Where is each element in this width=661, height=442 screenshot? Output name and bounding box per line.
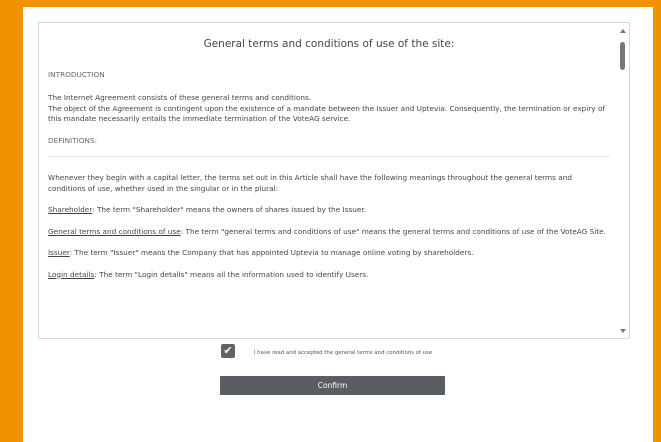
accept-terms-checkbox[interactable]: ✔: [221, 344, 235, 358]
definitions-intro: Whenever they begin with a capital lette…: [48, 173, 572, 193]
accept-terms-label[interactable]: I have read and accepted the general ter…: [237, 348, 449, 358]
terms-title: General terms and conditions of use of t…: [203, 38, 455, 50]
scroll-up-arrow-icon[interactable]: [620, 29, 626, 33]
intro-line-2: The object of the Agreement is contingen…: [48, 103, 605, 124]
definition-issuer: Issuer: The term "Issuer" means the Comp…: [48, 248, 610, 259]
definitions-heading: DEFINITIONS:: [48, 135, 98, 145]
definition-term: Shareholder: [48, 205, 93, 214]
definition-text: : The term "Shareholder" means the owner…: [92, 205, 367, 214]
definition-term: Login details: [48, 269, 95, 279]
accept-terms-row: ✔ I have read and accepted the general t…: [221, 344, 451, 370]
definition-text: : The term "Issuer" means the Company th…: [69, 248, 474, 257]
definition-text: : The term "Login details" means all the…: [94, 269, 369, 279]
definition-term: General terms and conditions of use: [48, 226, 181, 236]
introduction-heading: INTRODUCTION: [48, 69, 105, 79]
checkmark-icon: ✔: [223, 344, 233, 357]
intro-line-1: The Internet Agreement consists of these…: [48, 93, 312, 102]
definition-term: Issuer: [48, 248, 70, 257]
scroll-thumb[interactable]: [620, 42, 625, 70]
section-divider: [48, 156, 610, 157]
definition-text: : The term "general terms and conditions…: [180, 226, 606, 236]
scroll-down-arrow-icon[interactable]: [620, 329, 626, 333]
definition-shareholder: Shareholder: The term "Shareholder" mean…: [48, 205, 610, 216]
definition-general-terms: General terms and conditions of use: The…: [48, 227, 610, 238]
confirm-button[interactable]: Confirm: [220, 376, 445, 395]
terms-content: General terms and conditions of use of t…: [48, 23, 610, 280]
terms-scroll-box[interactable]: General terms and conditions of use of t…: [38, 22, 630, 339]
definition-login-details: Login details: The term "Login details" …: [48, 270, 610, 281]
terms-scrollbar[interactable]: [619, 27, 627, 333]
terms-card: General terms and conditions of use of t…: [23, 7, 653, 442]
